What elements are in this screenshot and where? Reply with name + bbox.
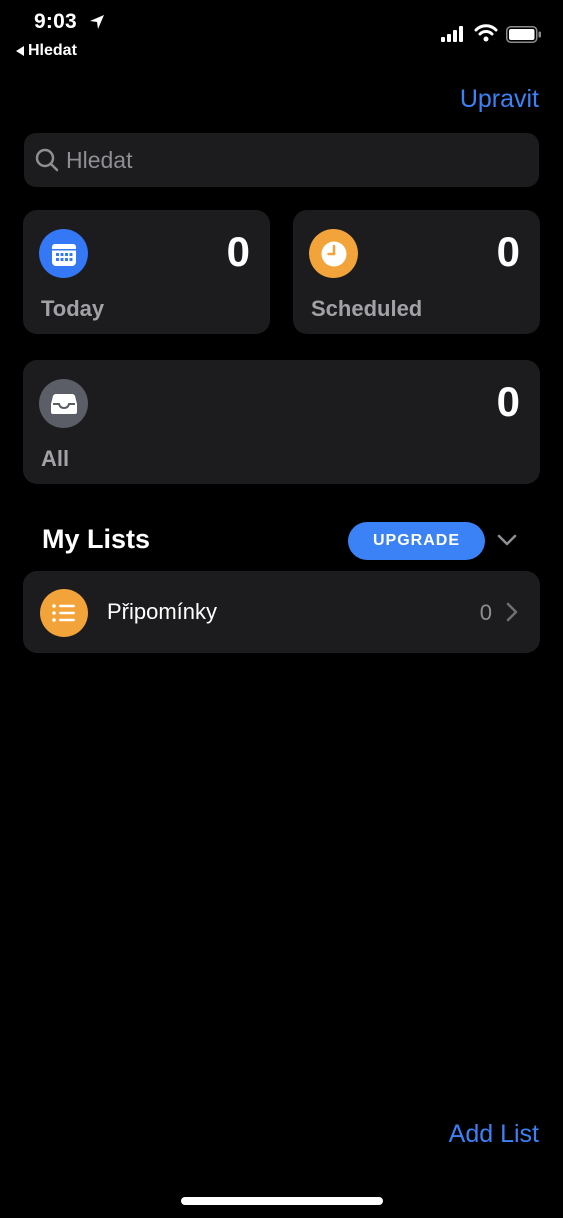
- back-link-label: Hledat: [28, 42, 77, 59]
- chevron-right-icon: [506, 602, 518, 622]
- all-count: 0: [496, 378, 520, 425]
- edit-button[interactable]: Upravit: [460, 85, 539, 114]
- search-placeholder: Hledat: [66, 146, 133, 173]
- add-list-button[interactable]: Add List: [449, 1120, 539, 1149]
- upgrade-button[interactable]: UPGRADE: [348, 522, 485, 560]
- back-triangle-icon: [16, 46, 24, 56]
- back-to-search-link[interactable]: Hledat: [16, 42, 77, 60]
- list-count: 0: [479, 600, 492, 625]
- clock-icon: [309, 229, 358, 278]
- all-card[interactable]: 0 All: [23, 360, 540, 484]
- home-indicator[interactable]: [181, 1197, 383, 1205]
- cellular-signal-icon: [441, 26, 463, 42]
- wifi-icon: [474, 24, 498, 42]
- search-icon: [35, 148, 59, 172]
- calendar-icon: [39, 229, 88, 278]
- scheduled-count: 0: [496, 228, 520, 275]
- tray-icon: [39, 379, 88, 428]
- scheduled-card[interactable]: 0 Scheduled: [293, 210, 540, 334]
- list-bullet-icon: [40, 589, 88, 637]
- location-arrow-icon: [90, 15, 104, 29]
- scheduled-label: Scheduled: [311, 296, 423, 321]
- battery-icon: [506, 26, 541, 43]
- today-label: Today: [41, 296, 105, 321]
- all-label: All: [41, 446, 70, 471]
- chevron-down-icon[interactable]: [496, 531, 518, 549]
- reminders-screen: 9:03 Hledat Upravit Hledat 0 Today 0 Sch…: [0, 0, 563, 1218]
- list-item[interactable]: Připomínky 0: [23, 571, 540, 653]
- today-card[interactable]: 0 Today: [23, 210, 270, 334]
- my-lists-heading: My Lists: [42, 524, 151, 554]
- today-count: 0: [226, 228, 250, 275]
- status-time: 9:03: [34, 10, 77, 33]
- list-name: Připomínky: [107, 599, 218, 624]
- search-field[interactable]: Hledat: [24, 133, 539, 187]
